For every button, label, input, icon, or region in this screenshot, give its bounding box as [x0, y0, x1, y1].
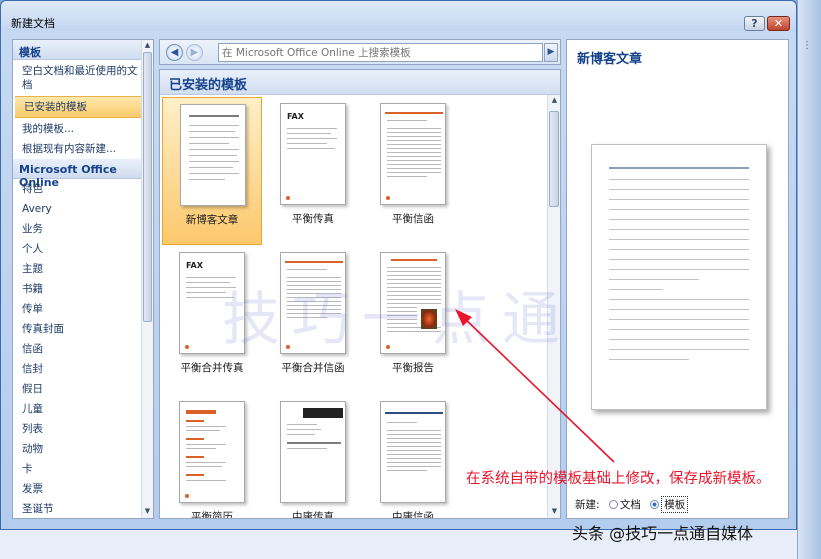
annotation-text: 在系统自带的模板基础上修改，保存成新模板。 [466, 471, 771, 487]
source-credit: 头条 @技巧一点通自媒体 [572, 524, 754, 543]
